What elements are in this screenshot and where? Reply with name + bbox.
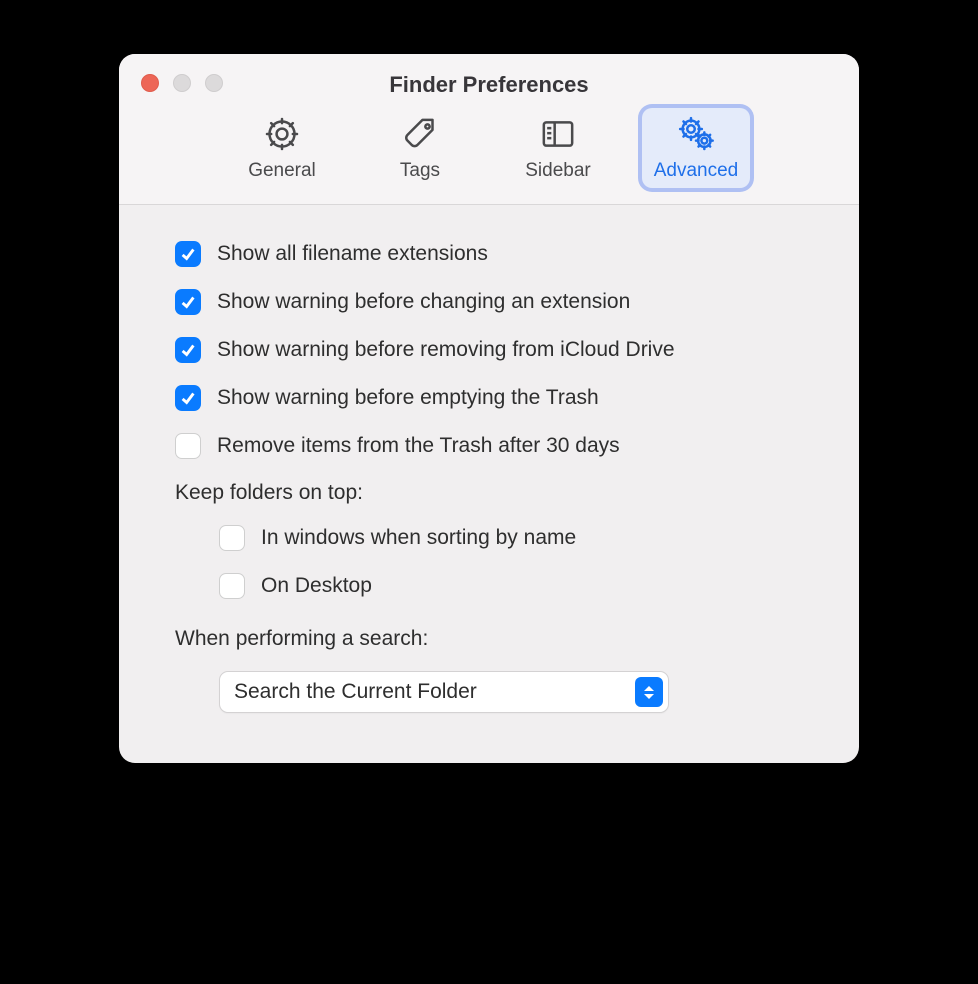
traffic-lights <box>141 74 223 92</box>
option-warn-remove-icloud[interactable]: Show warning before removing from iCloud… <box>175 337 803 363</box>
option-warn-change-extension[interactable]: Show warning before changing an extensio… <box>175 289 803 315</box>
option-warn-empty-trash[interactable]: Show warning before emptying the Trash <box>175 385 803 411</box>
option-label: Show warning before removing from iCloud… <box>217 338 675 362</box>
tab-label: Sidebar <box>525 160 591 182</box>
window-title: Finder Preferences <box>119 72 859 98</box>
checkbox[interactable] <box>219 525 245 551</box>
gears-icon <box>676 114 716 154</box>
keep-folders-label: Keep folders on top: <box>175 481 803 505</box>
option-show-extensions[interactable]: Show all filename extensions <box>175 241 803 267</box>
tab-advanced[interactable]: Advanced <box>642 108 750 188</box>
close-icon[interactable] <box>141 74 159 92</box>
titlebar: Finder Preferences General Tags <box>119 54 859 205</box>
chevron-up-down-icon <box>635 677 663 707</box>
checkbox[interactable] <box>175 433 201 459</box>
finder-preferences-window: Finder Preferences General Tags <box>119 54 859 763</box>
preferences-toolbar: General Tags Sidebar <box>119 98 859 205</box>
option-folders-top-windows[interactable]: In windows when sorting by name <box>219 525 803 551</box>
option-folders-top-desktop[interactable]: On Desktop <box>219 573 803 599</box>
tab-label: Advanced <box>654 160 739 182</box>
minimize-icon[interactable] <box>173 74 191 92</box>
tab-sidebar[interactable]: Sidebar <box>504 108 612 188</box>
maximize-icon[interactable] <box>205 74 223 92</box>
checkbox[interactable] <box>175 289 201 315</box>
advanced-pane: Show all filename extensions Show warnin… <box>119 205 859 763</box>
popup-value: Search the Current Folder <box>234 680 477 704</box>
search-scope-popup[interactable]: Search the Current Folder <box>219 671 669 713</box>
checkbox[interactable] <box>175 385 201 411</box>
tab-label: Tags <box>400 160 440 182</box>
option-label: On Desktop <box>261 574 372 598</box>
option-label: Show all filename extensions <box>217 242 488 266</box>
tab-tags[interactable]: Tags <box>366 108 474 188</box>
option-label: In windows when sorting by name <box>261 526 576 550</box>
tab-label: General <box>248 160 316 182</box>
sidebar-icon <box>538 114 578 154</box>
option-label: Show warning before changing an extensio… <box>217 290 630 314</box>
option-remove-after-30-days[interactable]: Remove items from the Trash after 30 day… <box>175 433 803 459</box>
search-label: When performing a search: <box>175 627 803 651</box>
option-label: Show warning before emptying the Trash <box>217 386 599 410</box>
checkbox[interactable] <box>175 241 201 267</box>
checkbox[interactable] <box>175 337 201 363</box>
tab-general[interactable]: General <box>228 108 336 188</box>
checkbox[interactable] <box>219 573 245 599</box>
option-label: Remove items from the Trash after 30 day… <box>217 434 620 458</box>
tag-icon <box>400 114 440 154</box>
gear-icon <box>262 114 302 154</box>
